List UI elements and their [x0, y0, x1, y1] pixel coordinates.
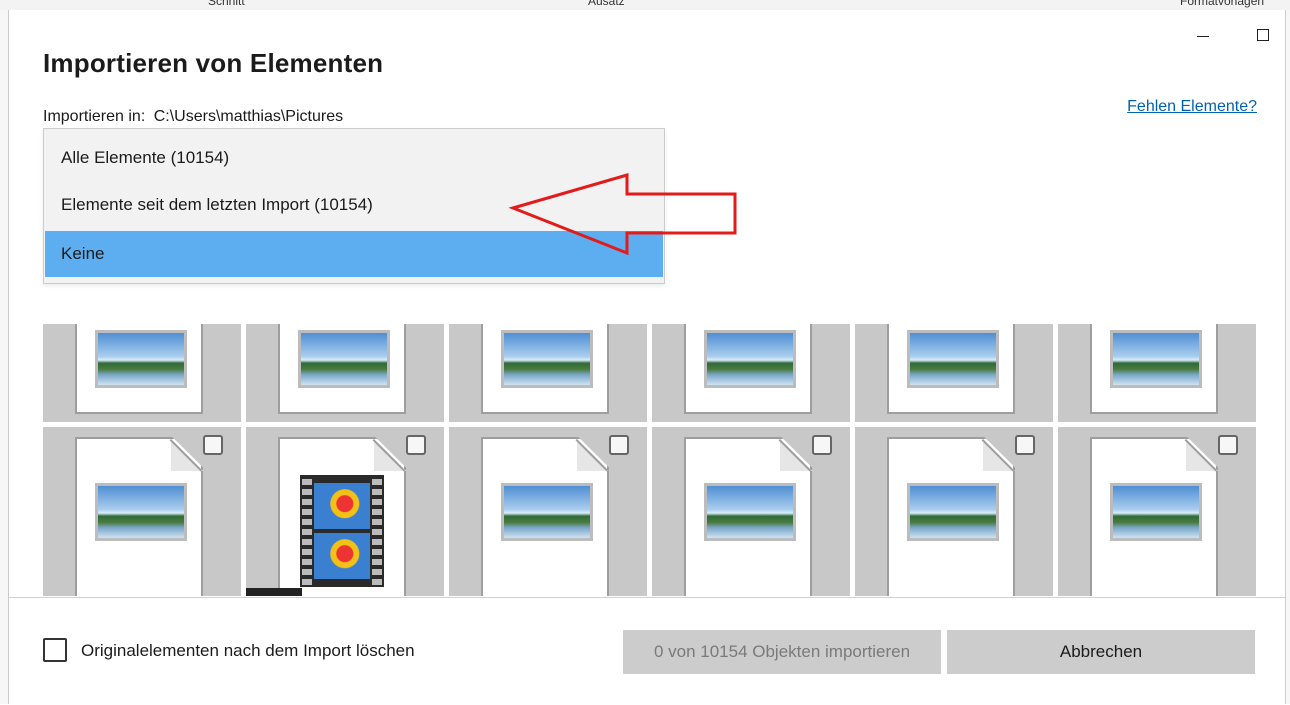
thumbnail-checkbox[interactable] [1015, 435, 1035, 455]
thumbnail-checkbox[interactable] [203, 435, 223, 455]
cancel-button[interactable]: Abbrechen [947, 630, 1255, 674]
image-file-icon [887, 324, 1015, 414]
missing-items-link[interactable]: Fehlen Elemente? [1127, 98, 1257, 116]
red-arrow-annotation [508, 173, 737, 256]
background-text: Ausatz [588, 0, 625, 8]
thumbnail[interactable] [855, 324, 1053, 422]
video-progress-bar [246, 588, 302, 596]
thumbnail[interactable] [1058, 324, 1256, 422]
import-button[interactable]: 0 von 10154 Objekten importieren [623, 630, 941, 674]
film-strip-icon [300, 475, 384, 587]
thumbnail[interactable] [43, 427, 241, 596]
import-in-path: C:\Users\matthias\Pictures [153, 108, 344, 125]
thumbnail[interactable] [652, 324, 850, 422]
maximize-icon[interactable] [1253, 22, 1273, 42]
thumbnail[interactable] [246, 427, 444, 596]
minimize-icon[interactable] [1193, 22, 1213, 42]
thumbnail[interactable] [855, 427, 1053, 596]
import-in-label: Importieren in: [43, 108, 146, 125]
background-app-left [0, 10, 8, 704]
thumbnail[interactable] [43, 324, 241, 422]
thumbnail[interactable] [246, 324, 444, 422]
thumbnail-checkbox[interactable] [609, 435, 629, 455]
thumbnail-checkbox[interactable] [812, 435, 832, 455]
image-file-icon [1090, 324, 1218, 414]
thumbnail-grid [43, 324, 1261, 596]
image-file-icon [481, 324, 609, 414]
delete-originals-checkbox[interactable] [43, 638, 67, 662]
import-dialog: Importieren von Elementen Importieren in… [8, 10, 1286, 705]
import-destination: Importieren in: C:\Users\matthias\Pictur… [43, 108, 343, 126]
thumbnail-checkbox[interactable] [1218, 435, 1238, 455]
background-text: Schnitt [208, 0, 245, 8]
thumbnail[interactable] [1058, 427, 1256, 596]
delete-originals-label: Originalelementen nach dem Import lösche… [81, 641, 415, 660]
thumbnail-checkbox[interactable] [406, 435, 426, 455]
image-file-icon [684, 324, 812, 414]
background-text: Formatvorlagen [1180, 0, 1265, 8]
thumbnail[interactable] [449, 427, 647, 596]
dialog-title: Importieren von Elementen [43, 48, 384, 78]
image-file-icon [75, 324, 203, 414]
thumbnail[interactable] [449, 324, 647, 422]
thumbnail[interactable] [652, 427, 850, 596]
image-file-icon [278, 324, 406, 414]
dialog-footer: Originalelementen nach dem Import lösche… [9, 597, 1285, 705]
